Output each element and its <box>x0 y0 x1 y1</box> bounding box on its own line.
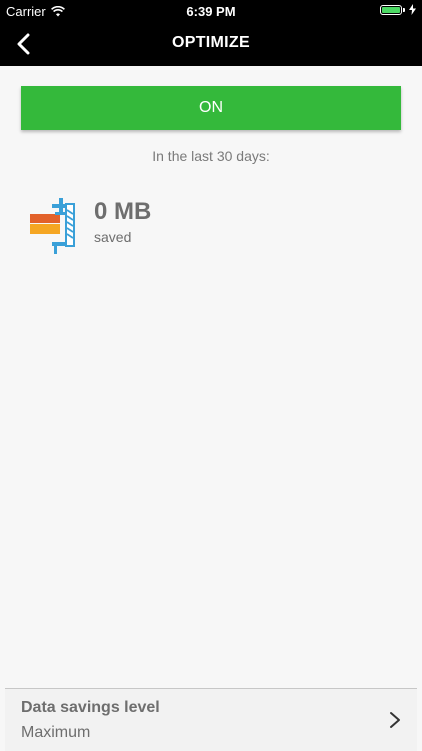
saved-label: saved <box>94 229 132 245</box>
chevron-right-icon <box>390 712 400 728</box>
savings-level-label: Data savings level <box>21 699 160 716</box>
period-label: In the last 30 days: <box>152 148 270 164</box>
savings-summary: 0 MB saved <box>30 198 151 254</box>
savings-level-value: Maximum <box>21 724 91 741</box>
status-bar: Carrier 6:39 PM <box>0 0 422 22</box>
charging-bolt-icon <box>409 4 416 15</box>
battery-group <box>380 4 416 15</box>
battery-icon <box>380 4 405 15</box>
compress-icon <box>30 198 75 254</box>
page-title: OPTIMIZE <box>172 34 250 51</box>
saved-amount: 0 MB <box>94 198 152 225</box>
navigation-bar: OPTIMIZE <box>0 22 422 66</box>
savings-text: 0 MB saved <box>94 198 151 245</box>
optimize-toggle-button[interactable]: ON <box>21 86 401 130</box>
status-time: 6:39 PM <box>186 4 236 19</box>
data-savings-level-row[interactable]: Data savings level Maximum <box>5 688 417 751</box>
